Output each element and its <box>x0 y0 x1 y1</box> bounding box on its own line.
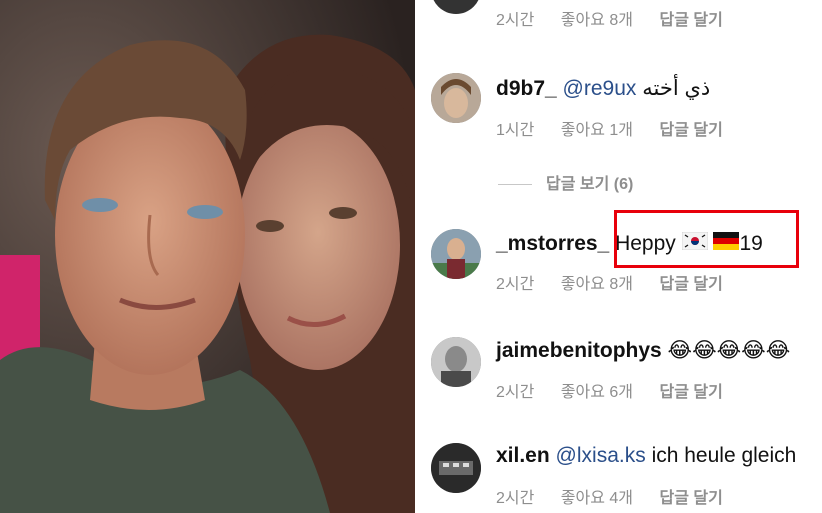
avatar[interactable] <box>431 73 481 123</box>
reply-button[interactable]: 답글 달기 <box>659 270 722 294</box>
divider <box>498 184 532 186</box>
reply-button[interactable]: 답글 달기 <box>659 116 722 140</box>
comment-text: ذي أخته <box>642 77 711 100</box>
avatar[interactable] <box>431 337 481 387</box>
comment-mention[interactable]: @re9ux <box>563 77 637 100</box>
comment-meta: 2시간 좋아요 8개 답글 달기 <box>496 6 745 30</box>
comment-time: 2시간 <box>496 276 535 293</box>
comment-username[interactable]: _mstorres_ <box>496 232 609 255</box>
comment-time: 2시간 <box>496 384 535 401</box>
comment-meta: 2시간 좋아요 6개 답글 달기 <box>496 378 745 402</box>
avatar[interactable] <box>431 0 481 14</box>
view-replies-button[interactable]: 답글 보기 (6) <box>498 170 633 194</box>
comment-likes[interactable]: 좋아요 6개 <box>561 378 633 402</box>
comment-mention[interactable]: @lxisa.ks <box>556 444 646 467</box>
view-replies-label: 답글 보기 (6) <box>546 176 634 193</box>
comment-meta: 2시간 좋아요 8개 답글 달기 <box>496 270 745 294</box>
comment-time: 2시간 <box>496 12 535 29</box>
comment-meta: 2시간 좋아요 4개 답글 달기 <box>496 484 745 508</box>
reply-button[interactable]: 답글 달기 <box>659 378 722 402</box>
comment-time: 1시간 <box>496 122 535 139</box>
comment-likes[interactable]: 좋아요 8개 <box>561 6 633 30</box>
comment-likes[interactable]: 좋아요 8개 <box>561 270 633 294</box>
comment-line: xil.en @lxisa.ks ich heule gleich <box>496 444 796 468</box>
comment-username[interactable]: xil.en <box>496 444 550 467</box>
comment-text: 😂😂😂😂😂 <box>667 339 791 362</box>
comment-line: jaimebenitophys 😂😂😂😂😂 <box>496 338 790 363</box>
comment-text: ich heule gleich <box>651 444 797 467</box>
comment-username[interactable]: d9b7_ <box>496 77 557 100</box>
comment-line: d9b7_ @re9ux ذي أخته <box>496 76 710 101</box>
comment-top: 2시간 좋아요 8개 답글 달기 <box>415 0 822 40</box>
comment-likes[interactable]: 좋아요 4개 <box>561 484 633 508</box>
comment-likes[interactable]: 좋아요 1개 <box>561 116 633 140</box>
comment-time: 2시간 <box>496 490 535 507</box>
reply-button[interactable]: 답글 달기 <box>659 6 722 30</box>
post-photo <box>0 0 415 513</box>
comment-jaime: jaimebenitophys 😂😂😂😂😂 2시간 좋아요 6개 답글 달기 <box>415 334 822 414</box>
highlight-box <box>614 210 799 268</box>
comment-username[interactable]: jaimebenitophys <box>496 339 662 362</box>
comment-xil: xil.en @lxisa.ks ich heule gleich 2시간 좋아… <box>415 440 822 513</box>
avatar[interactable] <box>431 443 481 493</box>
avatar[interactable] <box>431 229 481 279</box>
reply-button[interactable]: 답글 달기 <box>659 484 722 508</box>
comment-d9b7: d9b7_ @re9ux ذي أخته 1시간 좋아요 1개 답글 달기 <box>415 70 822 150</box>
comment-meta: 1시간 좋아요 1개 답글 달기 <box>496 116 745 140</box>
